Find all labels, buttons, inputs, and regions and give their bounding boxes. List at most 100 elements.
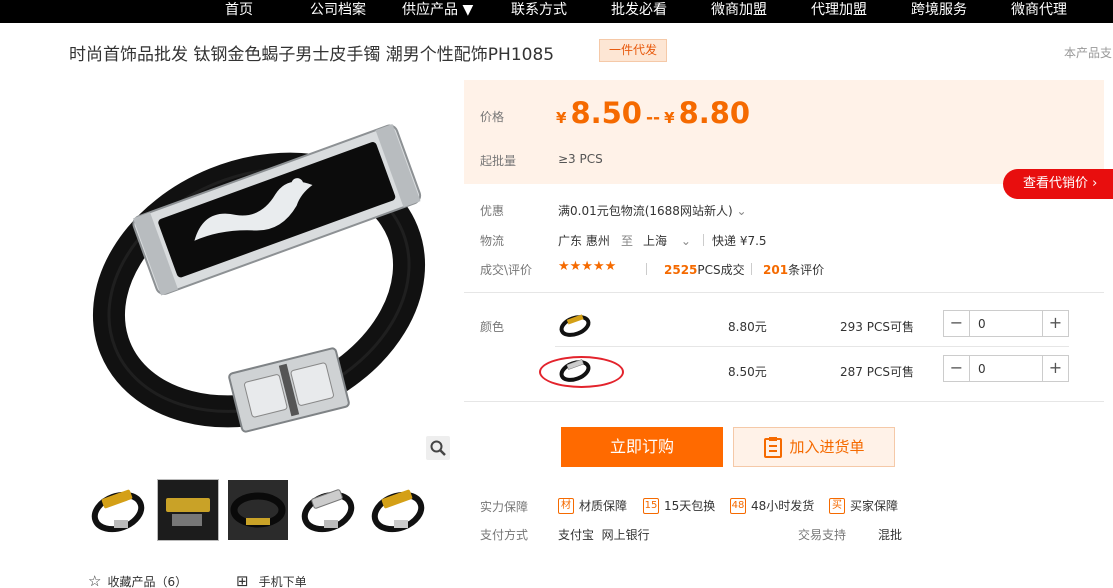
sku-thumb-gold[interactable] [558,308,592,342]
guarantee-text: 材质保障 [579,499,628,513]
buy-now-button[interactable]: 立即订购 [561,427,723,467]
trade-support-label: 交易支持 [798,528,847,542]
payment-label: 支付方式 [480,528,529,542]
promo-value: 满0.01元包物流(1688网站新人) [558,204,733,218]
highlight-circle [539,356,624,388]
price-label: 价格 [480,110,505,124]
qr-code-icon: ⊞ [236,572,249,588]
sku-stock: 287 PCS可售 [840,365,914,379]
star-outline-icon: ☆ [88,572,102,588]
moq-label: 起批量 [480,154,517,168]
buyer-protection-icon: 买 [829,497,845,514]
reviews-unit: 条评价 [788,263,825,277]
quantity-input[interactable] [970,356,1042,381]
exchange-icon: 15 [643,497,659,514]
sku-stock: 293 PCS可售 [840,320,914,334]
nav-contact[interactable]: 联系方式 [511,0,567,23]
guarantee-exchange[interactable]: 15 15天包换 [643,497,715,514]
nav-products[interactable]: 供应产品 ▼ [402,0,473,23]
promo-label: 优惠 [480,204,505,218]
section-divider [464,292,1104,293]
increase-button[interactable]: + [1042,356,1068,381]
price-max: 8.80 [678,96,751,130]
rating-stars: ★★★★★ [558,259,617,274]
decrease-button[interactable]: − [944,356,970,381]
thumbnail-3[interactable] [228,480,288,540]
material-icon: 材 [558,497,574,514]
currency-symbol: ¥ [556,109,567,127]
agent-button-label: 查看代销价 [1023,176,1089,191]
sku-price: 8.50元 [728,365,767,379]
row-divider [555,346,1069,347]
mobile-order-label: 手机下单 [258,574,307,588]
nav-home[interactable]: 首页 [225,0,253,23]
nav-wechat-join[interactable]: 微商加盟 [711,0,767,23]
quantity-stepper: − + [943,310,1069,337]
express-fee: 快递 ¥7.5 [712,234,767,248]
thumbnail-2[interactable] [157,479,219,541]
deal-review-label: 成交\评价 [480,263,533,277]
thumbnail-5[interactable] [368,480,428,540]
guarantee-text: 买家保障 [850,499,899,513]
collect-product-link[interactable]: ☆ 收藏产品（6） [88,572,187,588]
logistics-label: 物流 [480,234,505,248]
reviews-number: 201 [763,263,789,277]
divider [646,263,647,275]
payment-methods: 支付宝 网上银行 [558,528,650,542]
color-label: 颜色 [480,320,505,334]
deals-number: 2525 [664,263,698,277]
product-title: 时尚首饰品批发 钛钢金色蝎子男士皮手镯 潮男个性配饰PH1085 [69,45,555,65]
deals-count: 2525PCS成交 [664,261,745,278]
promo-dropdown[interactable]: 满0.01元包物流(1688网站新人) ⌄ [558,202,747,219]
chevron-down-icon: ⌄ [680,234,691,248]
clipboard-icon [764,437,783,458]
section-divider [464,401,1104,402]
guarantee-buyer[interactable]: 买 买家保障 [829,497,898,514]
chevron-down-icon: ⌄ [736,204,747,218]
side-note: 本产品支 [1064,46,1113,60]
nav-wholesale-guide[interactable]: 批发必看 [611,0,667,23]
top-nav: 首页 公司档案 供应产品 ▼ 联系方式 批发必看 微商加盟 代理加盟 跨境服务 … [0,0,1113,23]
view-agent-price-button[interactable]: 查看代销价 › [1003,169,1113,199]
guarantee-text: 48小时发货 [751,499,815,513]
nav-agent-join[interactable]: 代理加盟 [811,0,867,23]
currency-symbol-2: ¥ [664,109,675,127]
guarantee-label: 实力保障 [480,500,529,514]
price-range: ¥ 8.50 -- ¥ 8.80 [556,96,750,130]
ship-to-dropdown[interactable]: 上海 ⌄ [643,232,691,249]
deals-unit: PCS成交 [697,263,745,277]
add-to-cart-button[interactable]: 加入进货单 [733,427,895,467]
product-main-image [92,124,426,433]
ship-from: 广东 惠州 [558,234,610,248]
quantity-input[interactable] [970,311,1042,336]
reviews-link[interactable]: 201条评价 [763,261,824,278]
collect-label: 收藏产品（6） [107,574,188,588]
nav-wechat-agent[interactable]: 微商代理 [1011,0,1067,23]
guarantee-text: 15天包换 [664,499,716,513]
decrease-button[interactable]: − [944,311,970,336]
cart-button-label: 加入进货单 [789,438,865,456]
guarantee-material[interactable]: 材 材质保障 [558,497,627,514]
divider [703,234,704,246]
zoom-button[interactable] [426,436,450,460]
thumbnail-4[interactable] [298,480,358,540]
trade-support-value: 混批 [878,528,903,542]
sku-price: 8.80元 [728,320,767,334]
search-icon [430,440,446,456]
ship-to-city: 上海 [643,234,668,248]
thumbnail-1[interactable] [88,480,148,540]
guarantee-shipping[interactable]: 48 48小时发货 [730,497,814,514]
price-min: 8.50 [570,96,642,130]
shipping-icon: 48 [730,497,746,514]
increase-button[interactable]: + [1042,311,1068,336]
price-separator: -- [646,108,661,128]
quantity-stepper: − + [943,355,1069,382]
moq-value: ≥3 PCS [558,152,603,166]
chevron-right-icon: › [1092,176,1098,191]
mobile-order-link[interactable]: ⊞ 手机下单 [236,572,307,588]
dropship-badge: 一件代发 [599,39,667,62]
nav-company-profile[interactable]: 公司档案 [310,0,366,23]
divider [751,263,752,275]
nav-cross-border[interactable]: 跨境服务 [911,0,967,23]
ship-to-word: 至 [621,234,634,248]
